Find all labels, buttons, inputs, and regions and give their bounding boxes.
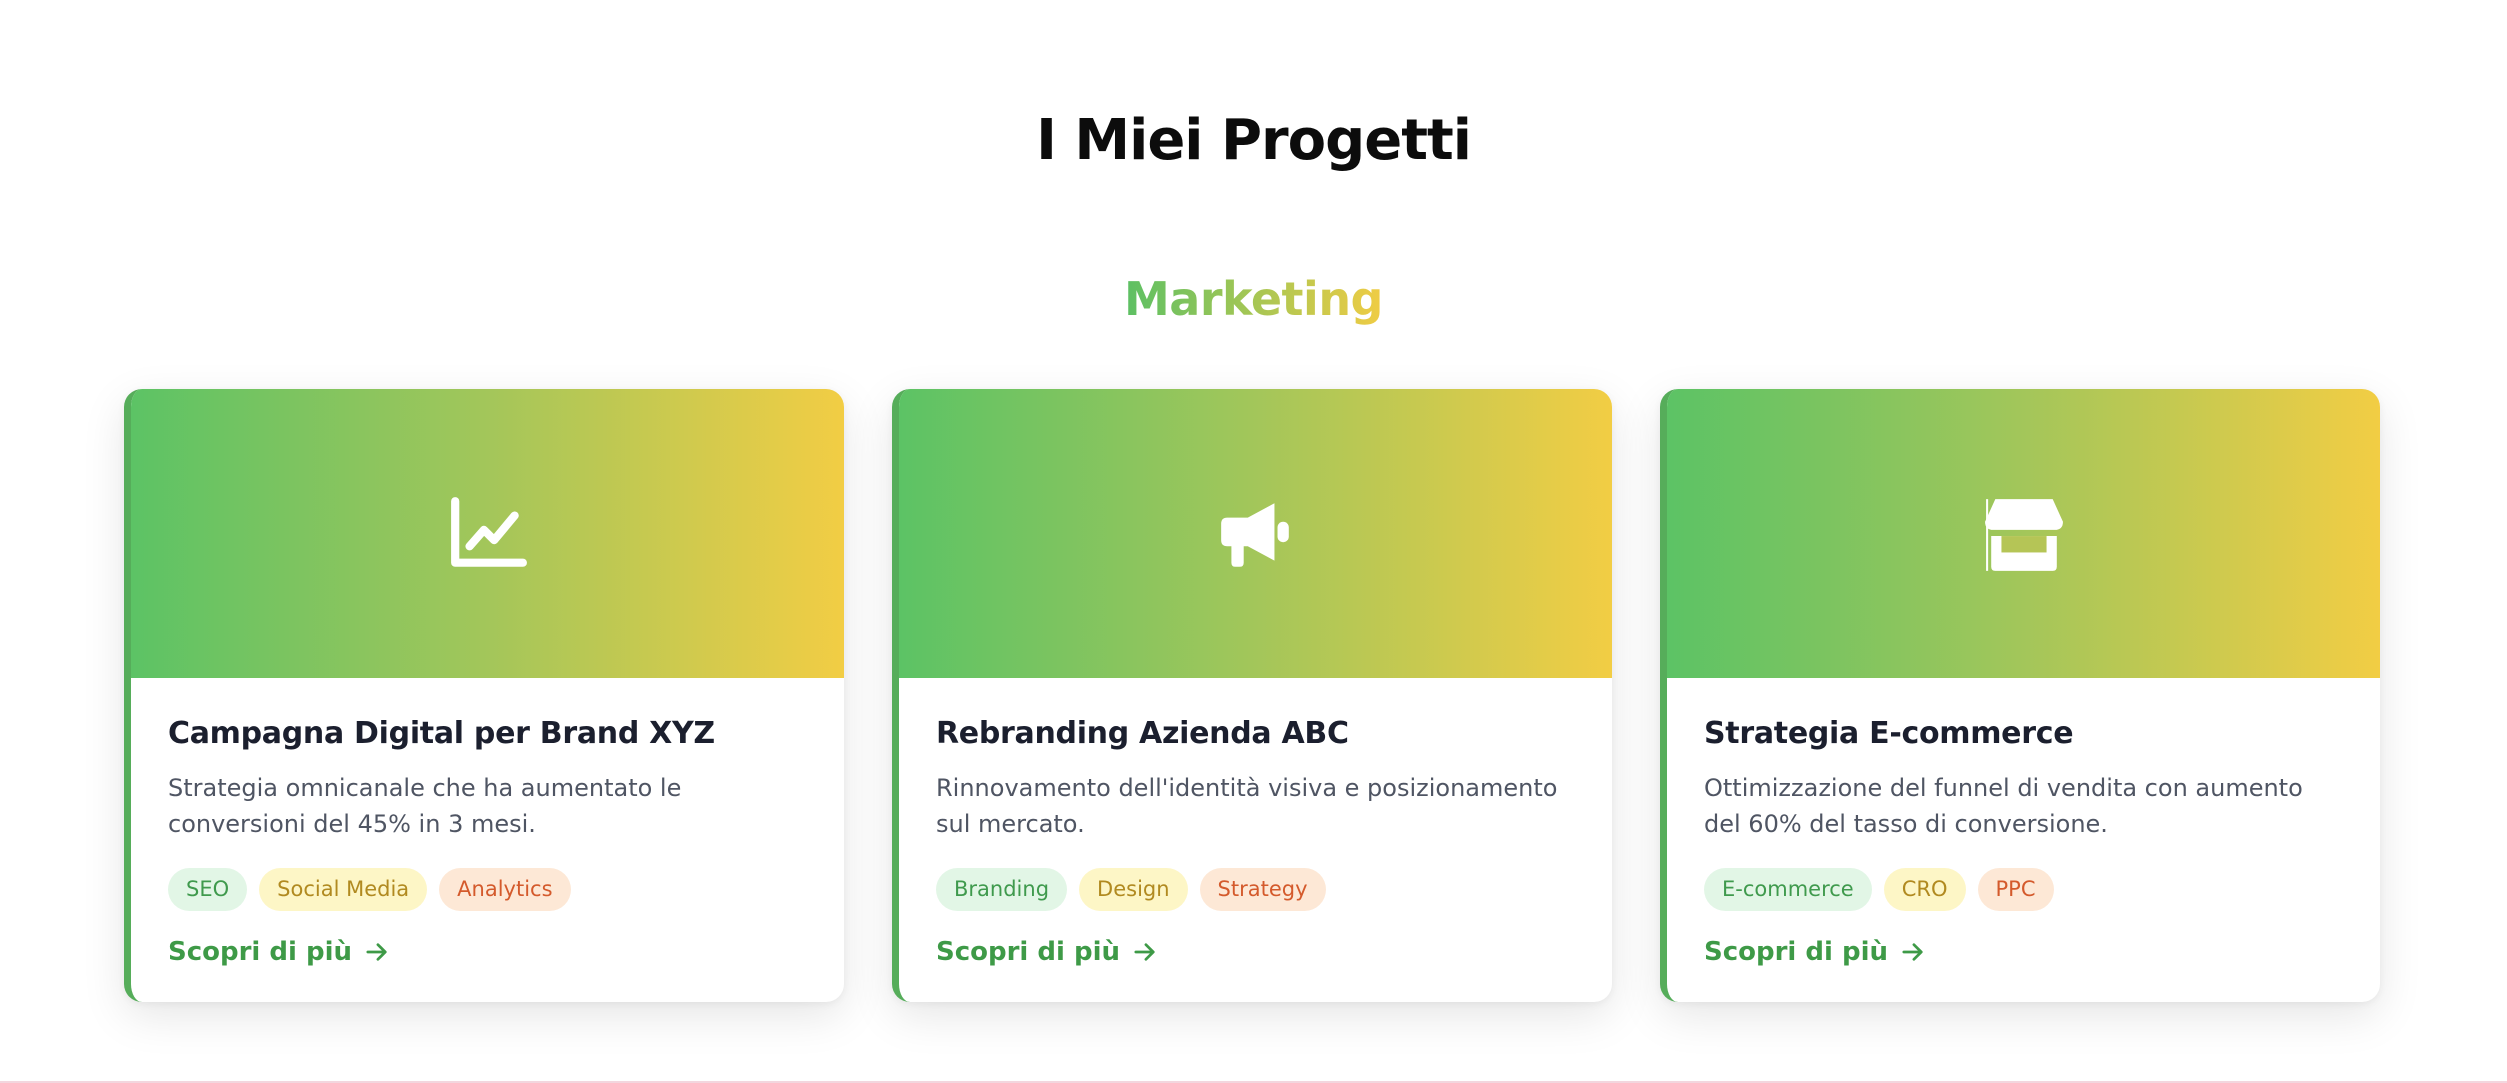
tag: Analytics — [439, 868, 571, 911]
learn-more-label: Scopri di più — [1704, 937, 1889, 967]
project-card: Strategia E-commerce Ottimizzazione del … — [1660, 389, 2380, 1002]
project-cards: Campagna Digital per Brand XYZ Strategia… — [124, 389, 2380, 1002]
tag: E-commerce — [1704, 868, 1872, 911]
learn-more-label: Scopri di più — [168, 937, 353, 967]
page-title: I Miei Progetti — [1036, 108, 1472, 173]
tag-list: SEO Social Media Analytics — [168, 868, 804, 911]
arrow-right-icon — [1902, 943, 1923, 961]
project-card: Campagna Digital per Brand XYZ Strategia… — [124, 389, 844, 1002]
tag: Strategy — [1199, 868, 1326, 911]
tag-list: Branding Design Strategy — [936, 868, 1572, 911]
tag-list: E-commerce CRO PPC — [1704, 868, 2340, 911]
learn-more-link[interactable]: Scopri di più — [1704, 937, 1924, 967]
card-description: Ottimizzazione del funnel di vendita con… — [1704, 774, 2303, 838]
card-body: Rebranding Azienda ABC Rinnovamento dell… — [899, 678, 1612, 967]
chart-line-icon — [450, 496, 527, 567]
megaphone-icon — [1220, 502, 1289, 567]
arrow-right-icon — [1134, 943, 1155, 961]
card-body: Campagna Digital per Brand XYZ Strategia… — [131, 678, 844, 967]
project-card: Rebranding Azienda ABC Rinnovamento dell… — [892, 389, 1612, 1002]
tag: PPC — [1977, 868, 2054, 911]
projects-page: I Miei Progetti Marketing Campagna Digit… — [0, 0, 2507, 1083]
card-title: Rebranding Azienda ABC — [936, 716, 1349, 751]
tag: Branding — [936, 868, 1068, 911]
section-title: Marketing — [0, 272, 2507, 326]
section-title-text: Marketing — [1124, 272, 1384, 326]
learn-more-label: Scopri di più — [936, 937, 1121, 967]
card-header — [131, 389, 844, 678]
card-title: Strategia E-commerce — [1704, 716, 2074, 751]
card-body: Strategia E-commerce Ottimizzazione del … — [1667, 678, 2380, 967]
store-icon — [1984, 498, 2063, 571]
tag: Social Media — [259, 868, 428, 911]
learn-more-link[interactable]: Scopri di più — [936, 937, 1156, 967]
learn-more-link[interactable]: Scopri di più — [168, 937, 388, 967]
tag: Design — [1079, 868, 1188, 911]
card-header — [899, 389, 1612, 678]
card-description: Strategia omnicanale che ha aumentato le… — [168, 774, 682, 838]
card-title: Campagna Digital per Brand XYZ — [168, 716, 715, 751]
arrow-right-icon — [366, 943, 387, 961]
card-header — [1667, 389, 2380, 678]
tag: SEO — [168, 868, 248, 911]
tag: CRO — [1883, 868, 1966, 911]
card-description: Rinnovamento dell'identità visiva e posi… — [936, 774, 1558, 838]
